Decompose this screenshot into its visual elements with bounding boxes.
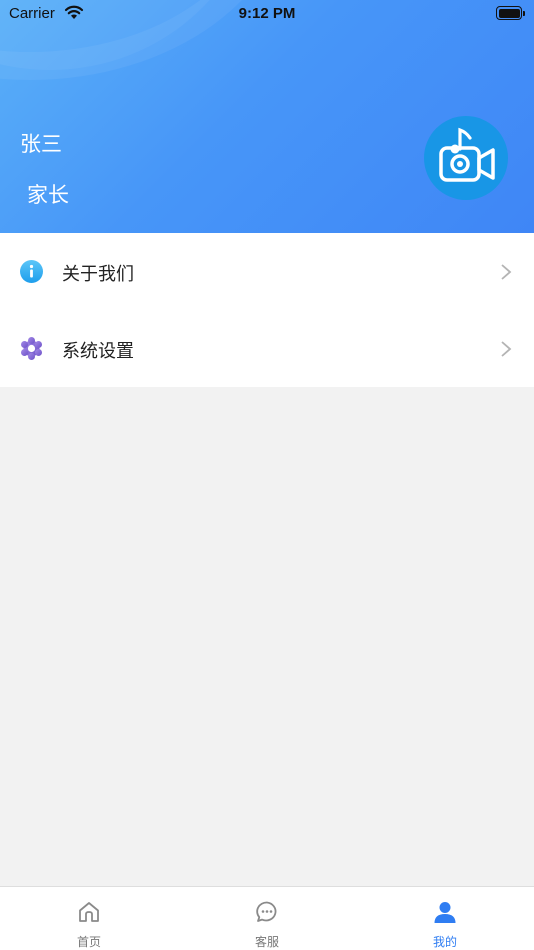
chevron-right-icon bbox=[500, 263, 512, 285]
user-name: 张三 bbox=[20, 132, 62, 156]
person-icon bbox=[433, 900, 457, 928]
tab-bar: 首页 客服 我的 bbox=[0, 886, 534, 950]
profile-header: Carrier 9:12 PM 张三 家长 bbox=[0, 0, 534, 233]
menu-item-label: 关于我们 bbox=[62, 264, 134, 285]
chevron-right-icon bbox=[500, 340, 512, 362]
battery-icon bbox=[496, 6, 525, 20]
settings-gear-icon bbox=[20, 337, 43, 364]
menu-item-system-settings[interactable]: 系统设置 bbox=[0, 310, 534, 387]
tab-label: 首页 bbox=[76, 935, 101, 949]
menu-item-about-us[interactable]: 关于我们 bbox=[0, 233, 534, 310]
tab-customer-service[interactable]: 客服 bbox=[178, 887, 356, 950]
tab-label: 客服 bbox=[254, 935, 279, 949]
chat-bubble-icon bbox=[255, 900, 279, 928]
user-role: 家长 bbox=[27, 183, 69, 207]
tab-label: 我的 bbox=[432, 935, 457, 949]
avatar[interactable] bbox=[424, 116, 508, 200]
home-icon bbox=[77, 900, 101, 928]
info-icon bbox=[20, 260, 43, 287]
tab-home[interactable]: 首页 bbox=[0, 887, 178, 950]
tab-mine[interactable]: 我的 bbox=[356, 887, 534, 950]
clock: 9:12 PM bbox=[238, 5, 296, 22]
status-bar: Carrier 9:12 PM bbox=[0, 0, 534, 28]
menu-item-label: 系统设置 bbox=[62, 341, 134, 362]
menu-list: 关于我们 系统设置 bbox=[0, 233, 534, 387]
video-camera-music-icon bbox=[439, 127, 495, 182]
